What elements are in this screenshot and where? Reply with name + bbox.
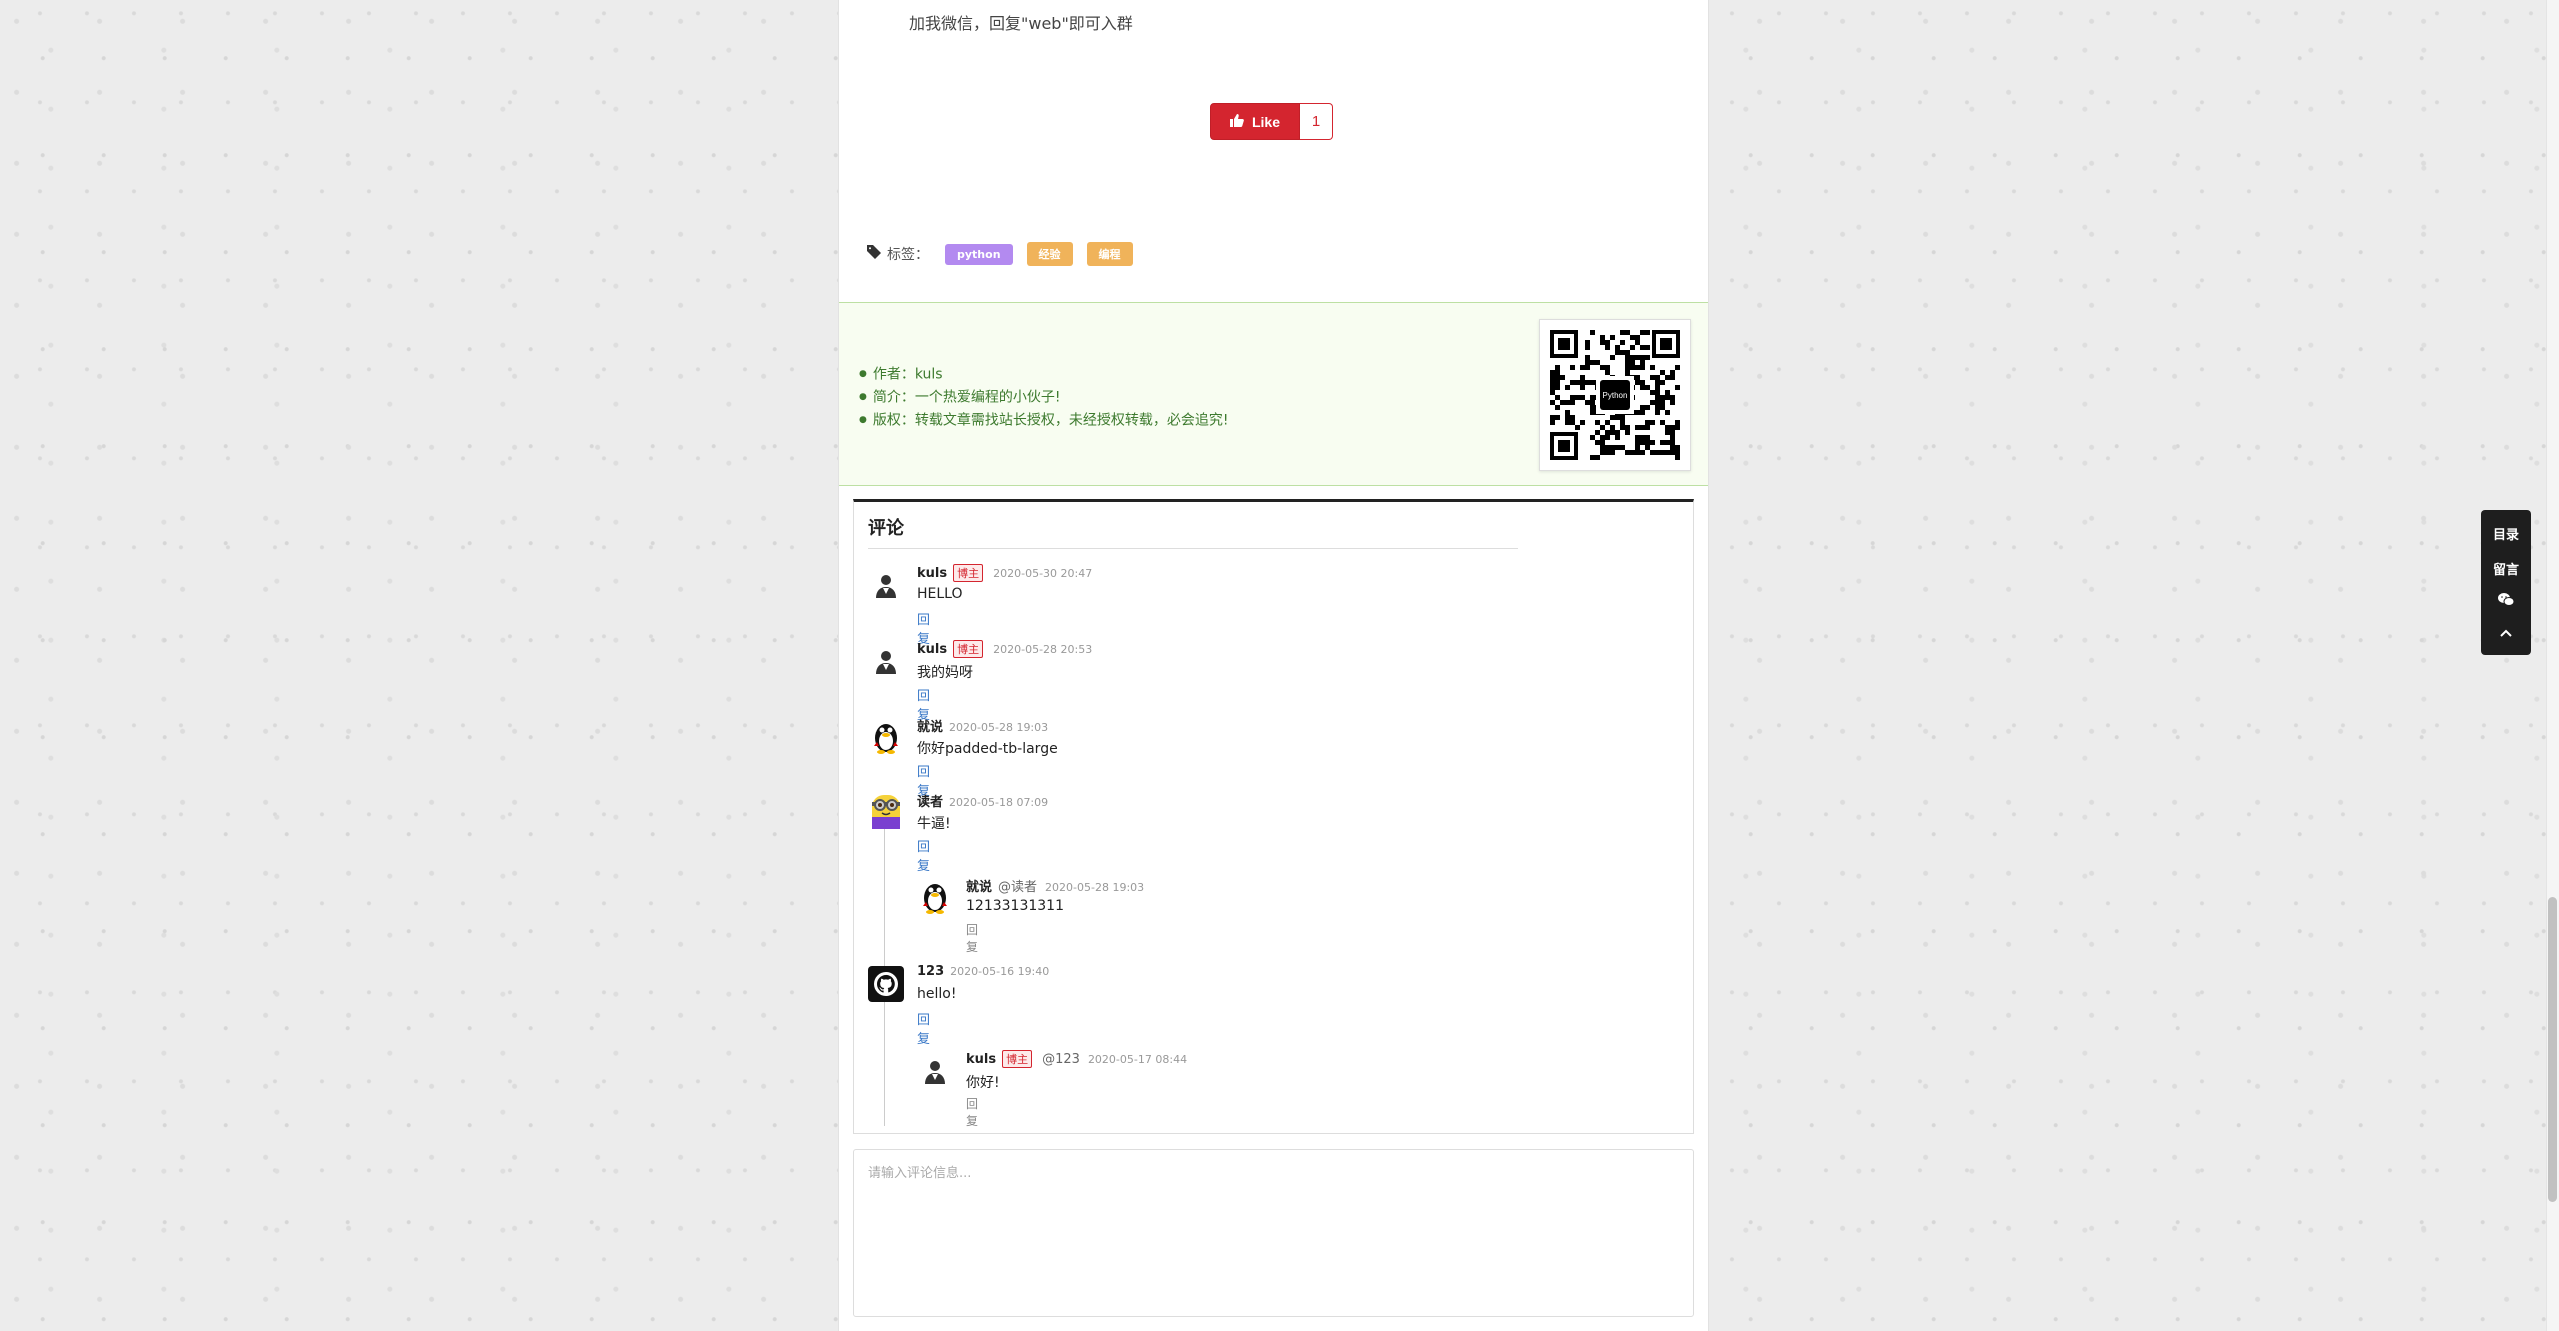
author-bio: 简介：一个热爱编程的小伙子! <box>859 386 1228 409</box>
comment-author: 就说 <box>917 720 944 735</box>
like-button[interactable]: Like <box>1210 103 1300 140</box>
tag-programming[interactable]: 编程 <box>1086 242 1133 266</box>
side-toolbar: 目录 留言 <box>2481 510 2531 655</box>
thumbs-up-icon <box>1229 113 1244 130</box>
comment-author: kuls <box>917 566 948 581</box>
comment-author: 读者 <box>917 795 944 810</box>
avatar <box>917 878 953 914</box>
scrollbar-thumb[interactable] <box>2548 897 2557 1202</box>
toc-button[interactable]: 目录 <box>2493 524 2519 543</box>
mention[interactable]: @读者 <box>998 880 1037 895</box>
avatar <box>917 1052 953 1088</box>
author-name: 作者：kuls <box>859 363 1228 386</box>
message-button[interactable]: 留言 <box>2493 559 2519 578</box>
like-count: 1 <box>1300 103 1333 140</box>
comment-text: 12133131311 <box>966 898 1064 914</box>
like-widget[interactable]: Like 1 <box>1210 103 1333 140</box>
avatar <box>868 566 904 602</box>
avatar <box>868 642 904 678</box>
comment-author: 就说 <box>966 880 993 895</box>
reply-button[interactable]: 回复 <box>966 921 978 955</box>
tag-icon <box>867 245 881 263</box>
github-avatar <box>868 966 904 1002</box>
comment-text: hello! <box>917 986 957 1002</box>
wechat-icon[interactable] <box>2498 593 2515 610</box>
tag-experience[interactable]: 经验 <box>1026 242 1073 266</box>
comment-text: 我的妈呀 <box>917 665 973 681</box>
comment-text: 你好! <box>966 1075 1000 1091</box>
comment-time: 2020-05-16 19:40 <box>950 965 1050 978</box>
reply-button[interactable]: 回复 <box>966 1095 978 1129</box>
qr-center-label: Python <box>1603 391 1628 400</box>
author-info-box: 作者：kuls 简介：一个热爱编程的小伙子! 版权：转载文章需找站长授权，未经授… <box>839 302 1708 486</box>
mention[interactable]: @123 <box>1042 1052 1080 1067</box>
like-label: Like <box>1251 113 1280 130</box>
tags-label: 标签： <box>887 247 929 263</box>
article-container: 加我微信，回复"web"即可入群 Like 1 标签： python 经验 编程… <box>838 0 1709 1331</box>
tags-row: 标签： python 经验 编程 <box>867 242 1147 266</box>
comment-author: 123 <box>917 964 945 979</box>
comments-title: 评论 <box>868 514 1518 549</box>
wechat-qr-code: Python <box>1539 319 1691 471</box>
comments-section: 评论 kuls 博主 2020-05-30 20:47 HELLO 回复 kuls 博… <box>853 499 1694 1134</box>
author-info-list: 作者：kuls 简介：一个热爱编程的小伙子! 版权：转载文章需找站长授权，未经授… <box>859 363 1229 432</box>
comment-author: kuls <box>917 642 948 657</box>
author-badge: 博主 <box>1002 1050 1033 1068</box>
comment-time: 2020-05-28 19:03 <box>1045 881 1145 894</box>
reply-button[interactable]: 回复 <box>917 836 930 874</box>
comment-time: 2020-05-18 07:09 <box>949 796 1049 809</box>
comment-time: 2020-05-30 20:47 <box>993 567 1093 580</box>
comment-text: 牛逼! <box>917 816 951 832</box>
author-badge: 博主 <box>953 640 984 658</box>
tag-python[interactable]: python <box>945 243 1013 265</box>
avatar <box>868 793 904 829</box>
comment-time: 2020-05-17 08:44 <box>1087 1053 1188 1066</box>
avatar <box>868 718 904 754</box>
author-badge: 博主 <box>953 564 984 582</box>
comment-time: 2020-05-28 19:03 <box>949 721 1049 734</box>
promo-text: 加我微信，回复"web"即可入群 <box>909 14 1133 33</box>
comment-text: HELLO <box>917 586 963 602</box>
reply-button[interactable]: 回复 <box>917 1009 930 1047</box>
chevron-up-icon[interactable] <box>2500 626 2512 641</box>
comment-input[interactable]: 请输入评论信息... <box>853 1149 1694 1317</box>
copyright-notice: 版权：转载文章需找站长授权，未经授权转载，必会追究! <box>859 409 1229 432</box>
comment-author: kuls <box>966 1052 997 1067</box>
comment-time: 2020-05-28 20:53 <box>993 643 1093 656</box>
comment-text: 你好padded-tb-large <box>917 741 1058 757</box>
